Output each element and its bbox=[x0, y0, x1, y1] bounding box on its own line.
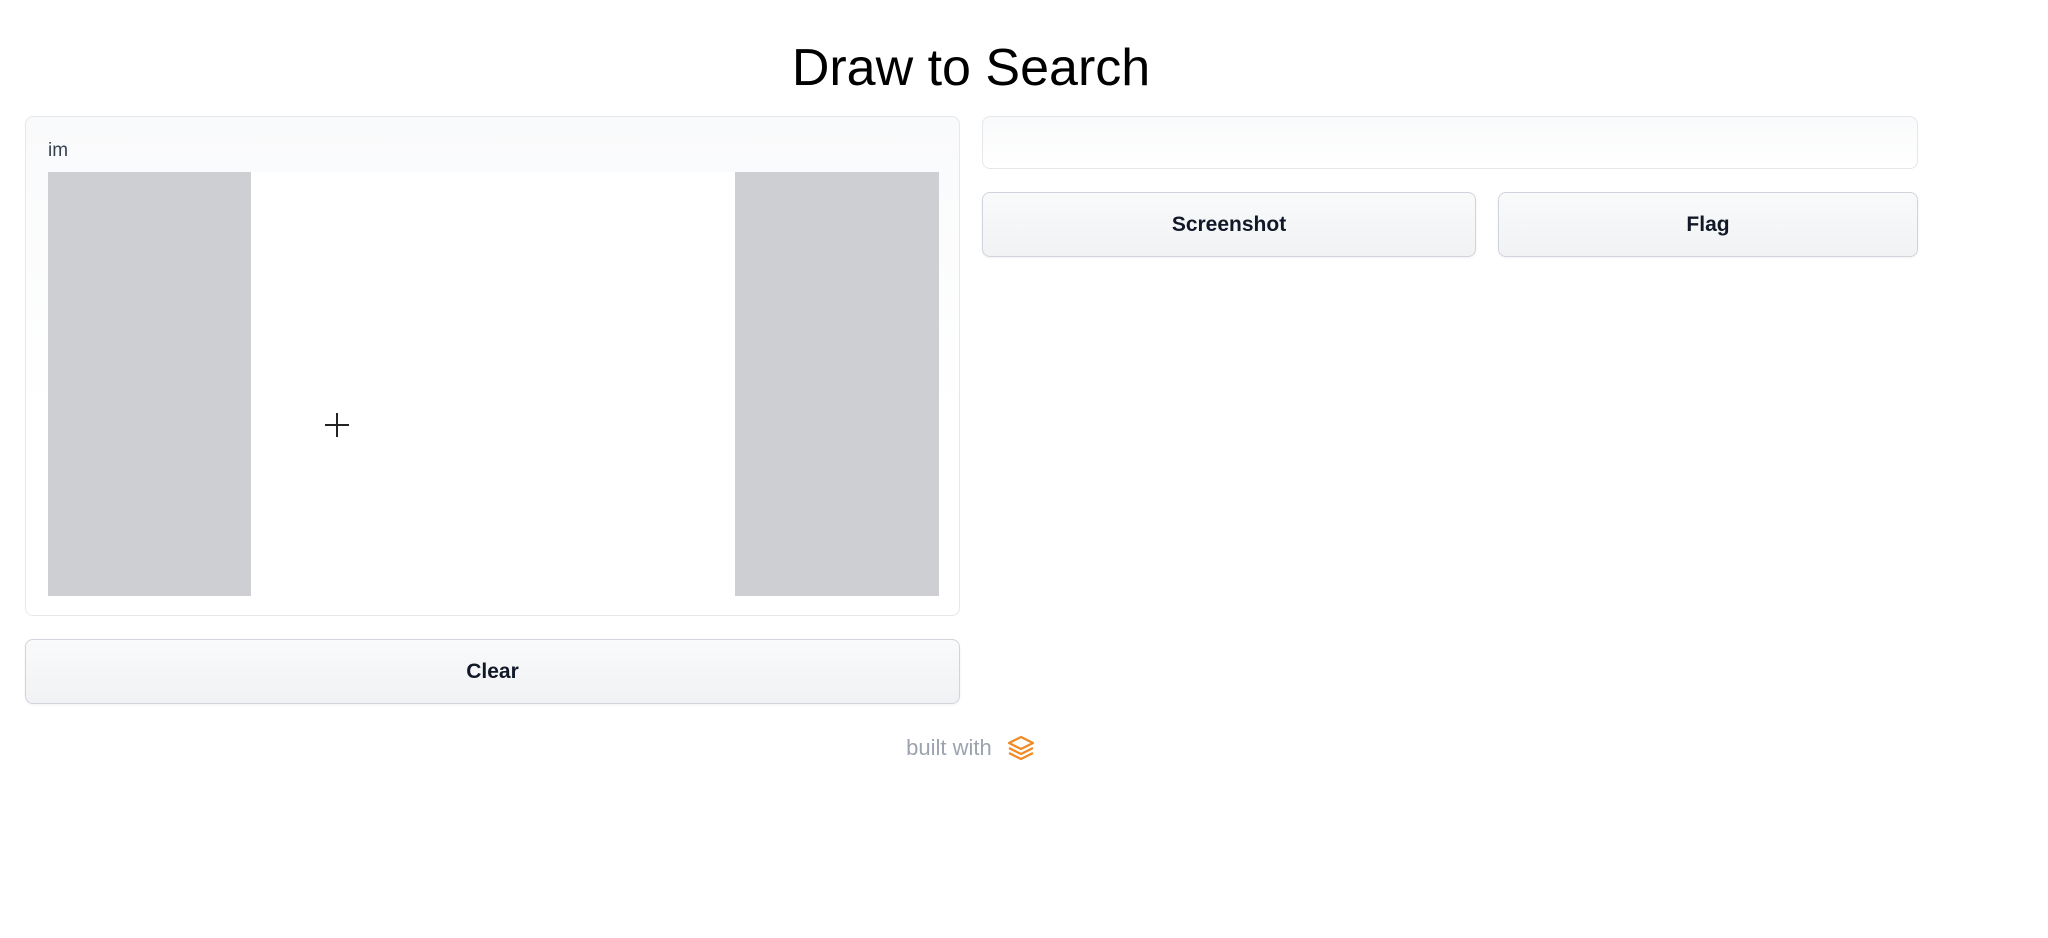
page-title: Draw to Search bbox=[791, 39, 1151, 97]
sketch-canvas[interactable] bbox=[251, 172, 735, 596]
sketchpad-label: im bbox=[48, 140, 69, 161]
footer: built with bbox=[0, 733, 1942, 763]
gradio-logo-icon[interactable] bbox=[1006, 733, 1036, 763]
clear-button[interactable]: Clear bbox=[25, 639, 960, 704]
flag-button[interactable]: Flag bbox=[1498, 192, 1918, 257]
output-label-box bbox=[982, 116, 1918, 169]
crosshair-cursor-icon bbox=[325, 413, 349, 437]
footer-text: built with bbox=[906, 735, 992, 760]
sketchpad-area bbox=[48, 172, 939, 596]
screenshot-button[interactable]: Screenshot bbox=[982, 192, 1476, 257]
sketchpad-panel: im bbox=[25, 116, 960, 616]
